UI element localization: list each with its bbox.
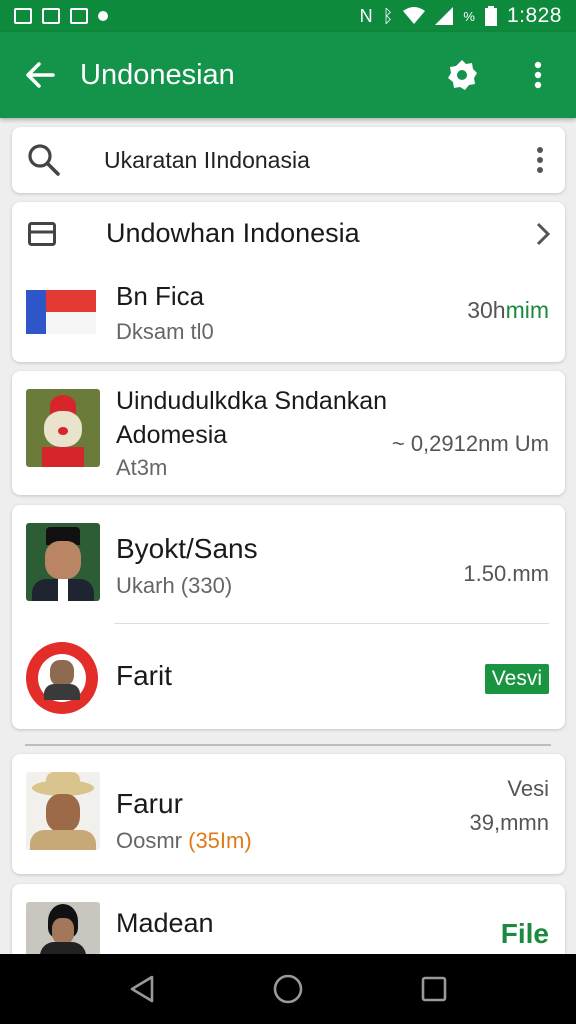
item-value-secondary: 39,mmn xyxy=(469,810,549,835)
item-title: Farit xyxy=(116,660,172,691)
search-input[interactable]: Ukaratan IIndonasia xyxy=(76,147,515,174)
gear-icon xyxy=(448,60,477,90)
item-title-line1: Uindudulkdka Sndankan xyxy=(116,387,388,415)
list-item[interactable]: Farit Vesvi xyxy=(12,624,565,729)
search-icon xyxy=(12,143,76,177)
item-value: 1.50.mm xyxy=(463,561,549,586)
nav-back-icon[interactable] xyxy=(128,974,156,1004)
chevron-right-icon xyxy=(536,222,551,246)
item-title-line2: Adomesia xyxy=(116,421,228,449)
item-value: 30hmim xyxy=(467,297,549,323)
battery-percent-label: % xyxy=(463,8,475,24)
wifi-icon xyxy=(403,7,426,24)
battery-icon xyxy=(484,6,497,26)
status-bar: N ᛒ % 1:828 xyxy=(0,0,576,32)
app-notification-icon xyxy=(70,8,88,24)
item-value: ~ 0,2912nm Um xyxy=(391,431,549,456)
nav-recents-icon[interactable] xyxy=(420,975,448,1003)
overflow-menu-button[interactable] xyxy=(500,32,576,118)
nav-home-icon[interactable] xyxy=(272,973,304,1005)
gallery-notification-icon xyxy=(14,8,32,24)
item-subtitle: At3m xyxy=(116,455,168,480)
dot-notification-icon xyxy=(98,11,108,21)
nfc-icon: N xyxy=(359,6,373,26)
more-vertical-icon xyxy=(534,61,542,89)
bluetooth-icon: ᛒ xyxy=(382,6,394,26)
app-bar: Undonesian xyxy=(0,32,576,118)
section-divider xyxy=(25,744,551,746)
item-title: Madean xyxy=(116,908,214,938)
item-title: Bn Fica xyxy=(116,281,205,311)
avatar xyxy=(26,642,98,714)
search-bar[interactable]: Ukaratan IIndonasia xyxy=(12,127,565,193)
clock: 1:828 xyxy=(506,4,562,27)
item-value-primary: Vesi xyxy=(507,776,549,801)
section-card: Undowhan Indonesia Bn Fica Dksam tl0 30h… xyxy=(12,202,565,362)
section-header[interactable]: Undowhan Indonesia xyxy=(12,202,565,266)
person-photo xyxy=(26,523,100,601)
item-subtitle: Dksam tl0 xyxy=(116,319,214,344)
mail-notification-icon xyxy=(42,8,60,24)
list-item[interactable]: Bn Fica Dksam tl0 30hmim xyxy=(12,266,565,362)
list-item[interactable]: Byokt/Sans Ukarh (330) 1.50.mm xyxy=(12,505,565,623)
search-more-button[interactable] xyxy=(515,146,565,174)
item-title: Byokt/Sans xyxy=(116,533,258,564)
person-photo xyxy=(26,772,100,850)
navigation-bar xyxy=(0,954,576,1024)
list-item-card: Byokt/Sans Ukarh (330) 1.50.mm Farit Ves… xyxy=(12,505,565,729)
item-subtitle: Oosmr (35Im) xyxy=(116,828,252,853)
back-arrow-icon xyxy=(26,62,55,88)
list-icon xyxy=(28,222,56,246)
settings-button[interactable] xyxy=(424,32,500,118)
back-button[interactable] xyxy=(0,32,80,118)
signal-icon xyxy=(435,7,454,25)
more-vertical-icon xyxy=(537,147,543,173)
list-item-card[interactable]: Uindudulkdka Sndankan Adomesia At3m ~ 0,… xyxy=(12,371,565,495)
item-value: File xyxy=(500,918,549,949)
item-title: Farur xyxy=(116,788,183,819)
status-badge: Vesvi xyxy=(484,664,549,694)
indonesia-flag-image xyxy=(26,290,96,334)
list-item-card[interactable]: Farur Oosmr (35Im) Vesi 39,mmn xyxy=(12,754,565,874)
figure-thumbnail xyxy=(26,389,100,467)
section-header-title: Undowhan Indonesia xyxy=(106,218,360,248)
item-subtitle: Ukarh (330) xyxy=(116,573,233,598)
page-title: Undonesian xyxy=(80,58,235,91)
